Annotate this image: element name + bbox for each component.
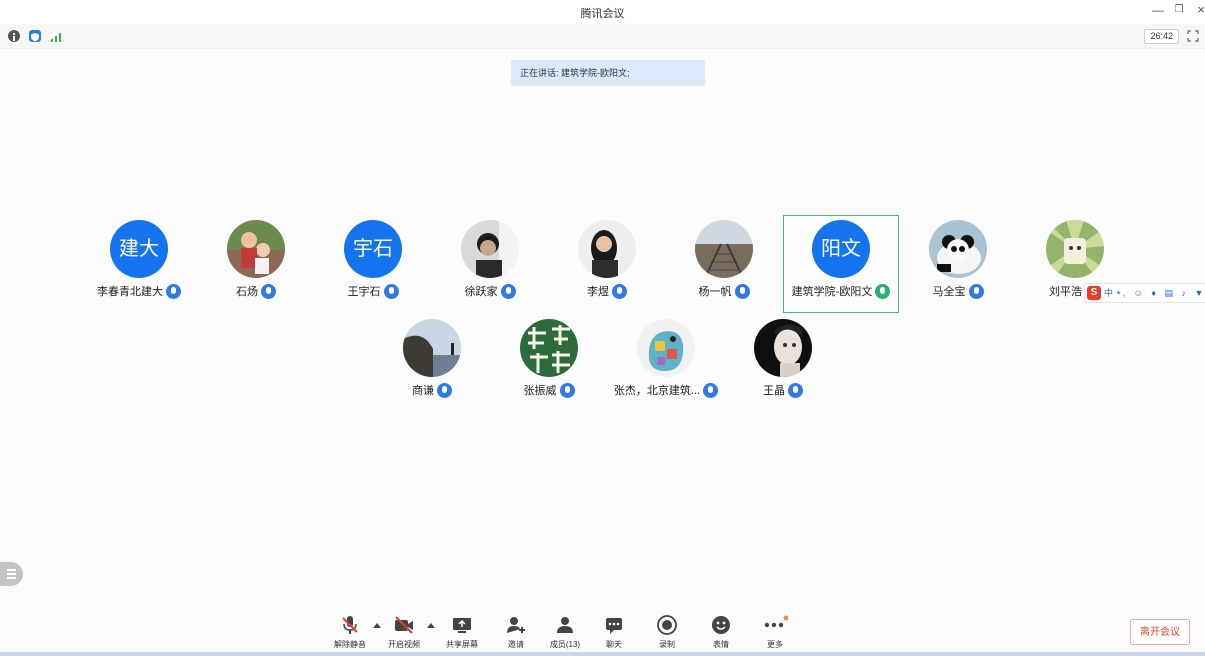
chat-button[interactable]: 聊天 — [589, 614, 639, 649]
add-user-icon — [507, 617, 525, 633]
mic-icon — [559, 382, 575, 398]
participant-name: 王宇石 — [347, 286, 381, 298]
bottom-toolbar: 解除静音 开启视频 共享屏幕 邀请 成员(13) 聊天 录制 表情 更多 — [0, 612, 1205, 652]
list-view-toggle[interactable] — [0, 562, 23, 586]
share-screen-icon — [453, 618, 471, 633]
mic-muted-icon — [342, 616, 358, 634]
family-photo-icon — [227, 220, 285, 278]
network-signal-icon[interactable] — [50, 30, 62, 42]
video-options-caret-icon[interactable] — [427, 623, 435, 628]
more-button[interactable]: 更多 — [750, 614, 800, 649]
woman-photo-icon — [578, 220, 636, 278]
title-bar: 腾讯会议 — ❐ × — [0, 0, 1205, 24]
record-icon — [657, 615, 677, 635]
participant-name: 李煜 — [587, 286, 609, 298]
participant-name: 张杰，北京建筑... — [613, 385, 701, 397]
participant-tile[interactable]: 徐跃家 — [432, 215, 548, 313]
mic-icon — [261, 283, 276, 299]
mic-icon — [788, 382, 803, 398]
invite-button[interactable]: 邀请 — [491, 614, 541, 649]
participant-tile-active[interactable]: 阳文 建筑学院-欧阳文 — [783, 215, 899, 313]
man-photo-icon — [461, 220, 519, 278]
participant-tile[interactable]: 马全宝 — [900, 215, 1016, 313]
participant-name: 张振威 — [523, 385, 557, 397]
fullscreen-icon[interactable] — [1187, 29, 1199, 42]
participant-tile[interactable]: 王晶 — [725, 314, 841, 412]
camera-off-icon — [395, 616, 413, 634]
participant-name: 杨一帆 — [698, 286, 732, 298]
mic-icon — [383, 283, 399, 299]
participant-tile[interactable]: 张振威 — [491, 314, 607, 412]
members-icon — [557, 617, 573, 633]
speaking-indicator: 正在讲话: 建筑学院-欧阳文; — [511, 60, 705, 86]
unmute-label: 解除静音 — [334, 640, 366, 649]
participant-name: 王晶 — [763, 385, 785, 397]
participant-name: 刘平浩 — [1049, 286, 1082, 298]
mic-icon — [437, 382, 452, 398]
participant-tile[interactable]: 建大 李春青北建大 — [81, 215, 197, 313]
colorful-cat-icon — [637, 319, 695, 377]
emoji-icon — [712, 616, 730, 634]
cartoon-avatar-icon — [1046, 220, 1104, 278]
share-screen-button[interactable]: 共享屏幕 — [437, 614, 487, 649]
minimize-button[interactable]: — — [1150, 3, 1166, 17]
mic-icon — [612, 283, 627, 299]
railway-photo-icon — [695, 220, 753, 278]
ime-tools-icon[interactable]: •‚ ☺ ♦ ▤ ♪ ▼ ▤ — [1117, 288, 1205, 298]
start-video-button[interactable]: 开启视频 — [379, 614, 429, 649]
meeting-timer: 26:42 — [1144, 29, 1179, 44]
restore-button[interactable]: ❐ — [1171, 4, 1187, 15]
members-button[interactable]: 成员(13) — [540, 614, 590, 649]
window-title: 腾讯会议 — [580, 8, 625, 20]
woman-portrait-icon — [754, 319, 812, 377]
participant-tile[interactable]: 宇石 王宇石 — [315, 215, 431, 313]
participant-tile[interactable]: 李煜 — [549, 215, 665, 313]
ime-toolbar[interactable]: S中 •‚ ☺ ♦ ▤ ♪ ▼ ▤ — [1084, 283, 1205, 303]
panda-photo-icon — [929, 220, 987, 278]
meeting-info-bar: 26:42 — [0, 24, 1205, 49]
participant-name: 李春青北建大 — [97, 286, 163, 298]
calligraphy-avatar-icon — [520, 319, 578, 377]
mic-icon — [734, 283, 750, 299]
ime-mode-label[interactable]: 中 — [1104, 288, 1113, 298]
avatar: 阳文 — [812, 220, 870, 278]
invite-label: 邀请 — [508, 640, 524, 649]
unmute-button[interactable]: 解除静音 — [325, 614, 375, 649]
mic-active-icon — [875, 283, 891, 299]
cliff-photo-icon — [403, 319, 461, 377]
meeting-info-icon[interactable] — [8, 30, 20, 42]
participant-tile[interactable]: 石炀 — [198, 215, 314, 313]
mic-icon — [500, 283, 516, 299]
participant-tile[interactable]: 张杰，北京建筑... — [608, 314, 724, 412]
start-video-label: 开启视频 — [388, 640, 420, 649]
chat-label: 聊天 — [606, 640, 622, 649]
participant-name: 建筑学院-欧阳文 — [791, 286, 873, 298]
record-button[interactable]: 录制 — [642, 614, 692, 649]
mic-icon — [703, 382, 719, 398]
participant-tile[interactable]: 商谦 — [374, 314, 490, 412]
avatar: 宇石 — [344, 220, 402, 278]
record-label: 录制 — [659, 640, 675, 649]
participant-tile[interactable]: 杨一帆 — [666, 215, 782, 313]
reaction-label: 表情 — [713, 640, 729, 649]
leave-meeting-button[interactable]: 离开会议 — [1130, 619, 1190, 645]
participant-name: 石炀 — [236, 286, 258, 298]
security-shield-icon[interactable] — [29, 30, 41, 42]
close-button[interactable]: × — [1193, 2, 1205, 17]
participant-name: 马全宝 — [932, 286, 966, 298]
participant-name: 商谦 — [412, 385, 434, 397]
reaction-button[interactable]: 表情 — [696, 614, 746, 649]
more-icon — [764, 615, 788, 628]
mic-icon — [166, 283, 181, 299]
more-label: 更多 — [767, 640, 783, 649]
chat-icon — [606, 618, 622, 634]
sogou-logo-icon: S — [1087, 286, 1101, 300]
taskbar-strip — [0, 652, 1205, 656]
participant-name: 徐跃家 — [464, 286, 498, 298]
mic-icon — [968, 283, 984, 299]
members-label: 成员(13) — [549, 640, 581, 649]
share-screen-label: 共享屏幕 — [446, 640, 478, 649]
avatar: 建大 — [110, 220, 168, 278]
